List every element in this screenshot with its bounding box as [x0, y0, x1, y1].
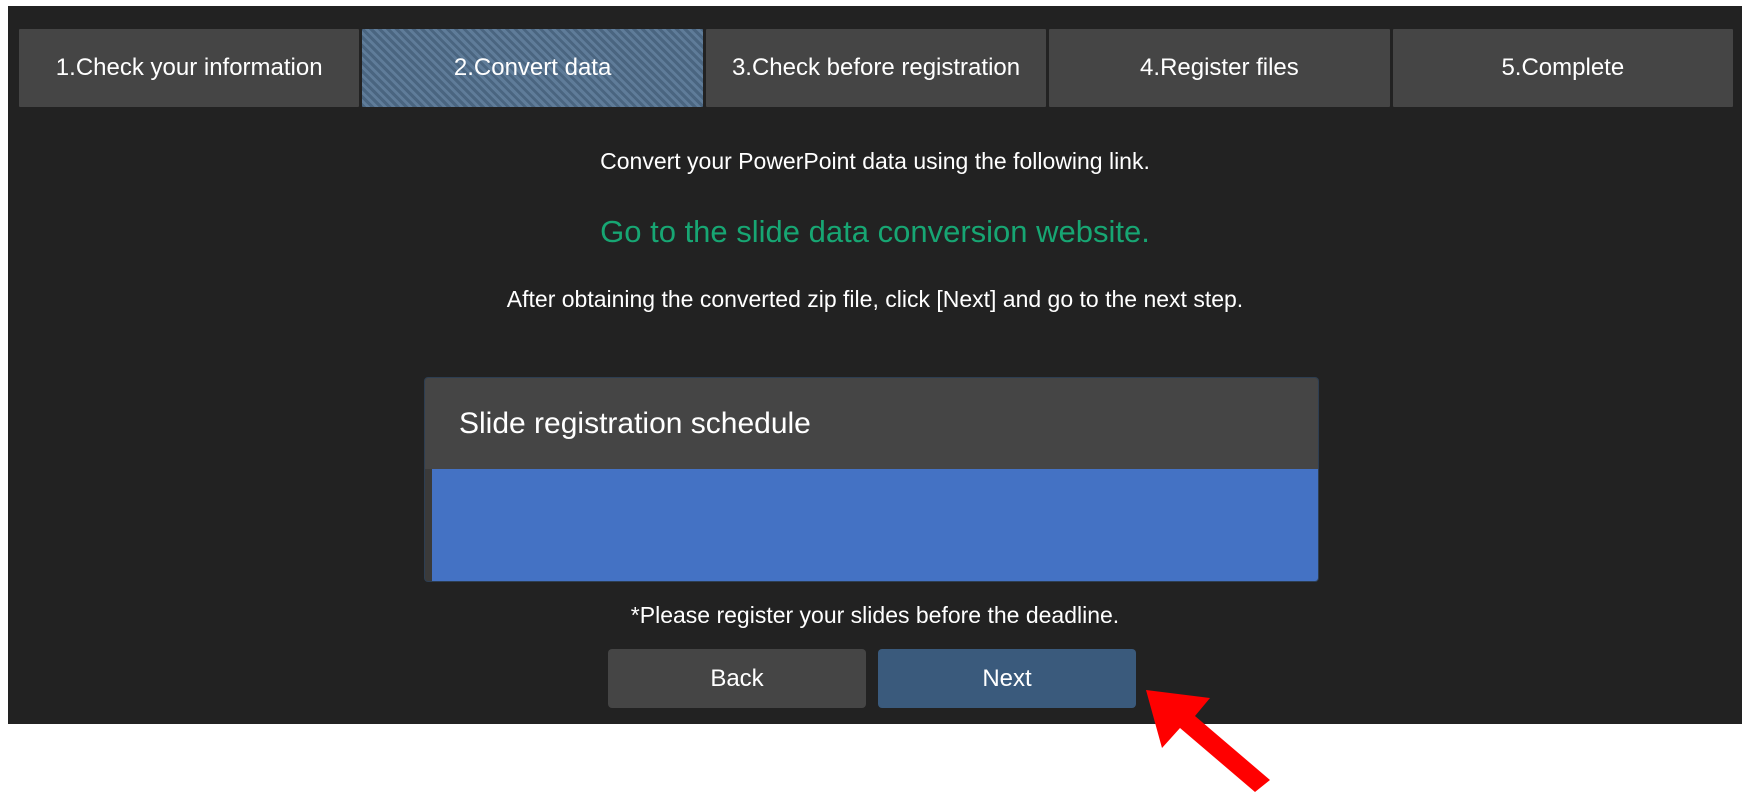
app-frame: 1.Check your information 2.Convert data … [8, 6, 1742, 724]
schedule-body [432, 469, 1318, 581]
step-label: 5.Complete [1501, 54, 1625, 81]
step-label: 1.Check your information [55, 54, 323, 81]
schedule-title: Slide registration schedule [459, 406, 811, 440]
back-button[interactable]: Back [608, 649, 866, 708]
step-check-before-registration: 3.Check before registration [705, 29, 1047, 107]
conversion-website-link[interactable]: Go to the slide data conversion website. [8, 214, 1742, 250]
step-complete: 5.Complete [1392, 29, 1734, 107]
step-label: 4.Register files [1140, 54, 1299, 81]
schedule-header: Slide registration schedule [425, 378, 1318, 469]
progress-stepper: 1.Check your information 2.Convert data … [19, 29, 1734, 107]
next-button-label: Next [982, 664, 1032, 692]
step-convert-data: 2.Convert data [362, 29, 703, 107]
deadline-note: *Please register your slides before the … [630, 602, 1120, 628]
step-label: 2.Convert data [453, 54, 612, 81]
step-register-files: 4.Register files [1049, 29, 1390, 107]
next-step-instruction: After obtaining the converted zip file, … [506, 286, 1244, 312]
intro-text: Convert your PowerPoint data using the f… [600, 148, 1150, 174]
step-label: 3.Check before registration [731, 54, 1021, 81]
slide-registration-schedule-panel: Slide registration schedule [424, 377, 1319, 582]
back-button-label: Back [710, 664, 764, 692]
annotation-arrow-shape [1146, 690, 1270, 792]
annotation-arrow-icon [1146, 690, 1270, 792]
next-button[interactable]: Next [878, 649, 1136, 708]
step-check-information: 1.Check your information [19, 29, 360, 107]
